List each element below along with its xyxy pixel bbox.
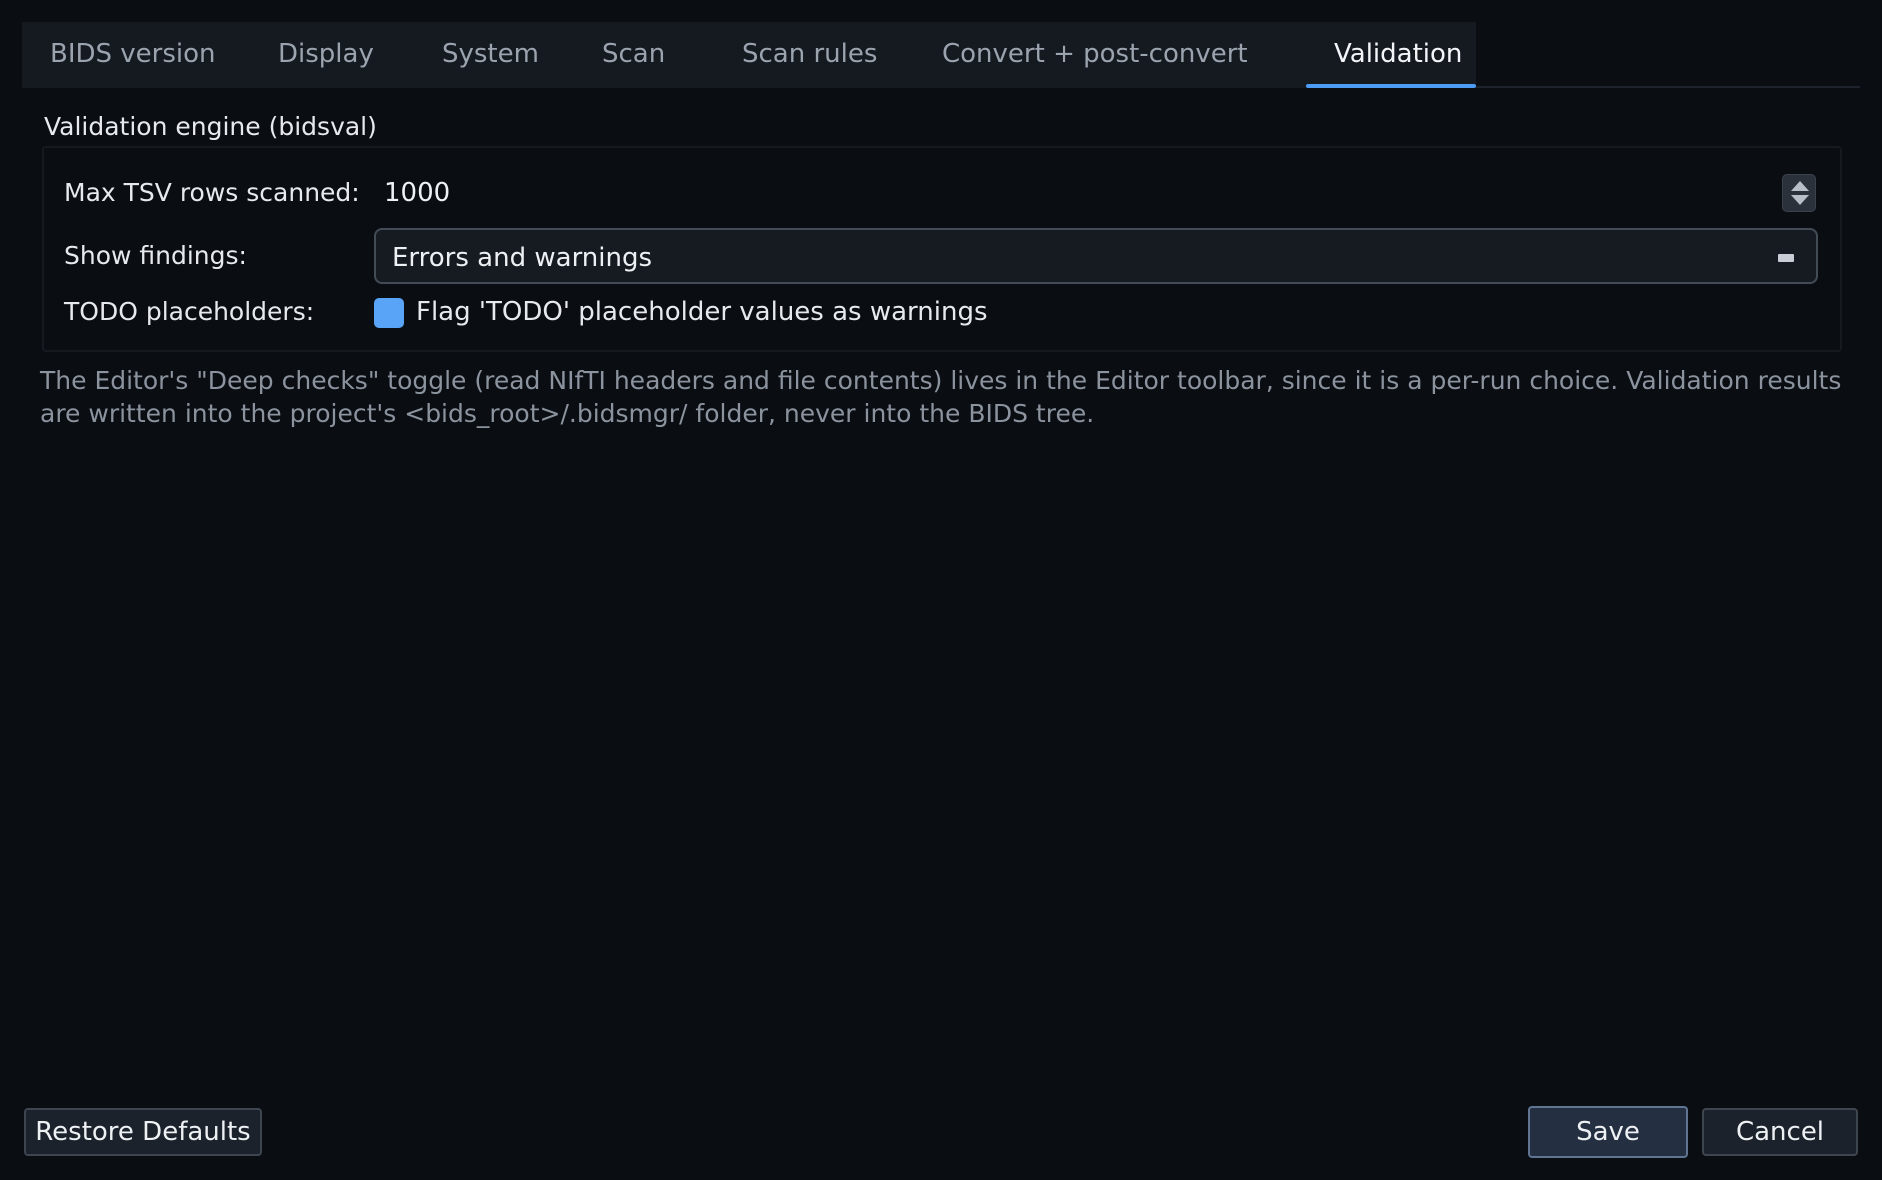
spin-down-icon[interactable] <box>1791 195 1809 205</box>
help-text: The Editor's "Deep checks" toggle (read … <box>40 366 1842 428</box>
restore-defaults-button[interactable]: Restore Defaults <box>24 1108 262 1156</box>
tab-validation[interactable]: Validation <box>1306 22 1476 88</box>
tab-scan-rules[interactable]: Scan rules <box>708 22 908 88</box>
tab-scan[interactable]: Scan <box>578 22 708 88</box>
group-title: Validation engine (bidsval) <box>44 112 377 141</box>
tab-display[interactable]: Display <box>254 22 416 88</box>
spin-up-icon[interactable] <box>1791 181 1809 191</box>
tab-bar: BIDS version Display System Scan Scan ru… <box>22 22 1860 88</box>
findings-label: Show findings: <box>64 241 247 270</box>
tabs: BIDS version Display System Scan Scan ru… <box>22 22 1476 88</box>
spin-arrows-icon[interactable] <box>1782 174 1816 212</box>
combo-dropdown-icon[interactable] <box>1778 254 1794 262</box>
save-button[interactable]: Save <box>1528 1106 1688 1158</box>
max-rows-label: Max TSV rows scanned: <box>64 178 360 207</box>
max-rows-value[interactable]: 1000 <box>384 178 450 208</box>
todo-checkbox[interactable] <box>374 298 404 328</box>
todo-checkbox-label[interactable]: Flag 'TODO' placeholder values as warnin… <box>416 297 988 327</box>
preferences-window: BIDS version Display System Scan Scan ru… <box>0 0 1882 1180</box>
max-rows-spinbox[interactable]: 1000 <box>374 170 1818 216</box>
tab-system[interactable]: System <box>416 22 578 88</box>
todo-label: TODO placeholders: <box>64 297 315 326</box>
findings-value[interactable]: Errors and warnings <box>392 243 652 273</box>
tab-bids-version[interactable]: BIDS version <box>22 22 254 88</box>
cancel-button[interactable]: Cancel <box>1702 1108 1858 1156</box>
findings-combo[interactable]: Errors and warnings <box>374 228 1818 284</box>
tab-convert-post-convert[interactable]: Convert + post-convert <box>908 22 1306 88</box>
